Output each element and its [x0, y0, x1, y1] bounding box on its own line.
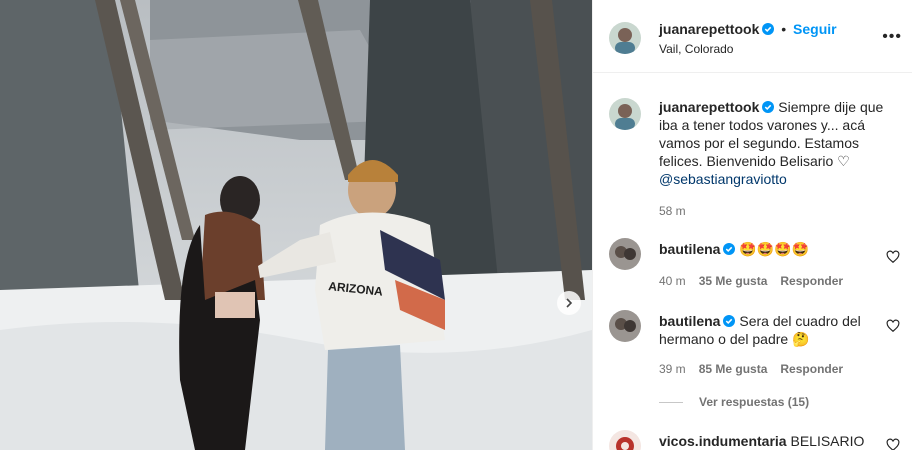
comment-username[interactable]: bautilena: [659, 241, 720, 257]
view-replies-button[interactable]: Ver respuestas (15): [659, 395, 809, 409]
comment-username[interactable]: bautilena: [659, 313, 720, 329]
heart-icon: [886, 250, 900, 264]
author-username[interactable]: juanarepettook: [659, 21, 759, 37]
chevron-right-icon: [566, 298, 573, 308]
reply-button[interactable]: Responder: [780, 274, 843, 288]
caption-mention-link[interactable]: @sebastiangraviotto: [659, 171, 787, 187]
separator-dot: •: [781, 21, 787, 37]
comment-likes[interactable]: 35 Me gusta: [699, 274, 768, 288]
post-caption: juanarepettook Siempre dije que iba a te…: [659, 98, 909, 188]
commenter-avatar-image: [609, 430, 641, 450]
comment-time: 40 m: [659, 274, 686, 288]
heart-icon: [886, 438, 900, 450]
reply-button[interactable]: Responder: [780, 362, 843, 376]
heart-icon: [886, 319, 900, 333]
comment-likes[interactable]: 85 Me gusta: [699, 362, 768, 376]
comment-time: 39 m: [659, 362, 686, 376]
like-comment-button[interactable]: [886, 319, 900, 333]
avatar[interactable]: [609, 98, 641, 130]
divider: [659, 402, 683, 404]
comment-meta: 40 m 35 Me gusta Responder: [659, 274, 856, 288]
verified-badge-icon: [723, 315, 736, 327]
caption-line: vamos por el segundo. Estamos: [659, 135, 859, 151]
like-comment-button[interactable]: [886, 438, 900, 450]
comment-text: 🤩🤩🤩🤩: [739, 241, 810, 257]
like-comment-button[interactable]: [886, 250, 900, 264]
comment: bautilena Sera del cuadro del hermano o …: [659, 312, 909, 348]
comment-username[interactable]: vicos.indumentaria: [659, 433, 787, 449]
comment: bautilena 🤩🤩🤩🤩: [659, 240, 909, 258]
post-header: juanarepettook • Seguir Vail, Colorado •…: [593, 0, 912, 73]
caption-line: iba a tener todos varones y... acá: [659, 117, 865, 133]
comment-text: hermano o del padre 🤔: [659, 331, 810, 347]
avatar[interactable]: [609, 22, 641, 54]
comment-text: BELISARIO: [790, 433, 865, 449]
more-options-button[interactable]: •••: [882, 28, 902, 46]
snow-scene-image: ARIZONA: [0, 0, 592, 450]
caption-line: felices. Bienvenido Belisario ♡: [659, 153, 850, 169]
comment-meta: 39 m 85 Me gusta Responder: [659, 362, 856, 376]
avatar[interactable]: [609, 238, 641, 270]
verified-badge-icon: [723, 243, 736, 255]
caption-line: Siempre dije que: [778, 99, 884, 115]
comment-text: Sera del cuadro del: [739, 313, 861, 329]
avatar[interactable]: [609, 430, 641, 450]
verified-badge-icon: [762, 101, 775, 113]
commenter-avatar-image: [609, 310, 641, 342]
caption-timestamp: 58 m: [659, 204, 686, 218]
author-avatar-image: [609, 22, 641, 54]
view-replies-label: Ver respuestas (15): [699, 395, 810, 409]
verified-badge-icon: [762, 23, 775, 35]
commenter-avatar-image: [609, 238, 641, 270]
author-avatar-image: [609, 98, 641, 130]
caption-username[interactable]: juanarepettook: [659, 99, 759, 115]
comment: vicos.indumentaria BELISARIO: [659, 432, 909, 450]
follow-button[interactable]: Seguir: [793, 21, 837, 37]
post-location[interactable]: Vail, Colorado: [659, 42, 733, 56]
post-photo: ARIZONA: [0, 0, 592, 450]
avatar[interactable]: [609, 310, 641, 342]
post-side-panel: juanarepettook • Seguir Vail, Colorado •…: [593, 0, 912, 450]
next-photo-button[interactable]: [557, 291, 581, 315]
